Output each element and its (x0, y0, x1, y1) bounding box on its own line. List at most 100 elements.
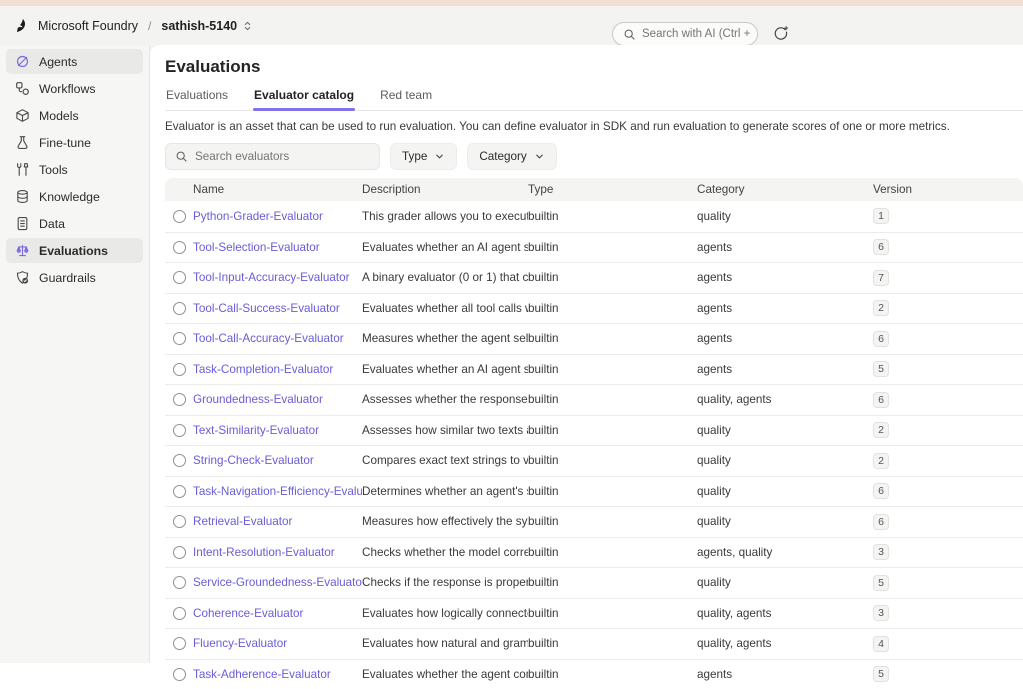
row-radio-button[interactable] (173, 332, 186, 345)
evaluator-name-link[interactable]: Fluency-Evaluator (193, 637, 362, 650)
evaluator-type: builtin (528, 546, 697, 559)
row-radio-button[interactable] (173, 515, 186, 528)
agents-icon (14, 54, 30, 70)
column-header-version[interactable]: Version (873, 183, 1023, 196)
evaluator-search-input[interactable] (195, 150, 365, 163)
row-radio-button[interactable] (173, 607, 186, 620)
evaluator-name-link[interactable]: Task-Adherence-Evaluator (193, 668, 362, 681)
evaluator-description: Evaluates how logically connected a... (362, 607, 528, 620)
evaluator-type: builtin (528, 607, 697, 620)
sidebar-item-tools[interactable]: Tools (6, 157, 143, 182)
evaluator-description: A binary evaluator (0 or 1) that chec... (362, 271, 528, 284)
ai-search-input[interactable] (642, 28, 752, 40)
version-badge: 7 (873, 270, 889, 286)
column-header-description[interactable]: Description (362, 183, 528, 196)
column-header-category[interactable]: Category (697, 183, 873, 196)
evaluator-type: builtin (528, 515, 697, 528)
brand[interactable]: Microsoft Foundry (0, 17, 138, 34)
evaluator-category: agents (697, 363, 873, 376)
row-radio-button[interactable] (173, 302, 186, 315)
tab-evaluator-catalog[interactable]: Evaluator catalog (253, 84, 355, 110)
row-radio-button[interactable] (173, 241, 186, 254)
sidebar-item-evaluations[interactable]: Evaluations (6, 238, 143, 263)
table-row: String-Check-Evaluator Compares exact te… (165, 445, 1023, 476)
sidebar-item-label: Agents (39, 55, 77, 69)
table-body: Python-Grader-Evaluator This grader allo… (165, 201, 1023, 689)
table-row: Coherence-Evaluator Evaluates how logica… (165, 598, 1023, 629)
evaluator-name-link[interactable]: Service-Groundedness-Evaluator (193, 576, 362, 589)
evaluator-category: quality (697, 515, 873, 528)
evaluator-search-box[interactable] (165, 143, 380, 170)
evaluator-type: builtin (528, 637, 697, 650)
version-badge: 5 (873, 666, 889, 682)
evaluator-category: quality, agents (697, 637, 873, 650)
copilot-new-chat-icon[interactable] (772, 25, 790, 43)
evaluator-description: Checks if the response is properly gr... (362, 576, 528, 589)
evaluator-name-link[interactable]: Groundedness-Evaluator (193, 393, 362, 406)
sidebar-item-data[interactable]: Data (6, 211, 143, 236)
row-radio-button[interactable] (173, 271, 186, 284)
project-switcher-chevrons-icon[interactable] (242, 20, 253, 32)
version-badge: 6 (873, 239, 889, 255)
evaluator-name-link[interactable]: Task-Completion-Evaluator (193, 363, 362, 376)
evaluator-name-link[interactable]: Tool-Call-Success-Evaluator (193, 302, 362, 315)
evaluator-type: builtin (528, 332, 697, 345)
table-row: Service-Groundedness-Evaluator Checks if… (165, 567, 1023, 598)
sidebar-item-guardrails[interactable]: Guardrails (6, 265, 143, 290)
chevron-down-icon (434, 151, 445, 162)
row-radio-button[interactable] (173, 424, 186, 437)
row-radio-button[interactable] (173, 363, 186, 376)
tab-evaluations[interactable]: Evaluations (165, 84, 229, 110)
evaluator-description: Measures whether the agent selects... (362, 332, 528, 345)
row-radio-button[interactable] (173, 454, 186, 467)
sidebar-item-knowledge[interactable]: Knowledge (6, 184, 143, 209)
evaluator-name-link[interactable]: Tool-Input-Accuracy-Evaluator (193, 271, 362, 284)
row-radio-button[interactable] (173, 485, 186, 498)
fine-tune-icon (14, 135, 30, 151)
sidebar-item-agents[interactable]: Agents (6, 49, 143, 74)
breadcrumb-project[interactable]: sathish-5140 (161, 19, 237, 33)
evaluator-name-link[interactable]: Text-Similarity-Evaluator (193, 424, 362, 437)
evaluator-name-link[interactable]: Tool-Call-Accuracy-Evaluator (193, 332, 362, 345)
version-badge: 6 (873, 331, 889, 347)
row-radio-button[interactable] (173, 546, 186, 559)
evaluator-name-link[interactable]: Intent-Resolution-Evaluator (193, 546, 362, 559)
row-radio-button[interactable] (173, 576, 186, 589)
type-filter-dropdown[interactable]: Type (390, 143, 457, 170)
evaluator-category: quality (697, 454, 873, 467)
product-name: Microsoft Foundry (38, 19, 138, 33)
row-radio-button[interactable] (173, 668, 186, 681)
sidebar-item-models[interactable]: Models (6, 103, 143, 128)
category-filter-dropdown[interactable]: Category (467, 143, 556, 170)
evaluator-name-link[interactable]: Retrieval-Evaluator (193, 515, 362, 528)
evaluator-name-link[interactable]: Tool-Selection-Evaluator (193, 241, 362, 254)
evaluator-name-link[interactable]: Python-Grader-Evaluator (193, 210, 362, 223)
table-row: Task-Adherence-Evaluator Evaluates wheth… (165, 659, 1023, 689)
version-badge: 6 (873, 392, 889, 408)
row-radio-button[interactable] (173, 637, 186, 650)
evaluator-name-link[interactable]: String-Check-Evaluator (193, 454, 362, 467)
tab-red-team[interactable]: Red team (379, 84, 433, 110)
chevron-down-icon (534, 151, 545, 162)
evaluator-name-link[interactable]: Task-Navigation-Efficiency-Evaluator (193, 485, 362, 498)
version-badge: 2 (873, 300, 889, 316)
row-radio-button[interactable] (173, 393, 186, 406)
evaluator-description: Evaluates whether all tool calls wer... (362, 302, 528, 315)
data-icon (14, 216, 30, 232)
table-row: Task-Completion-Evaluator Evaluates whet… (165, 354, 1023, 385)
evaluator-description: Determines whether an agent's seq... (362, 485, 528, 498)
row-radio-button[interactable] (173, 210, 186, 223)
column-header-name[interactable]: Name (193, 183, 362, 196)
sidebar-item-workflows[interactable]: Workflows (6, 76, 143, 101)
content-canvas: Evaluations Evaluations Evaluator catalo… (150, 45, 1023, 663)
workflows-icon (14, 81, 30, 97)
evaluator-category: quality (697, 424, 873, 437)
evaluator-name-link[interactable]: Coherence-Evaluator (193, 607, 362, 620)
sidebar-item-fine-tune[interactable]: Fine-tune (6, 130, 143, 155)
evaluator-type: builtin (528, 454, 697, 467)
column-header-type[interactable]: Type (528, 183, 697, 196)
ai-search-bar[interactable] (612, 22, 758, 46)
sidebar-item-label: Fine-tune (39, 136, 91, 150)
sidebar-item-label: Tools (39, 163, 68, 177)
search-icon (175, 150, 188, 163)
